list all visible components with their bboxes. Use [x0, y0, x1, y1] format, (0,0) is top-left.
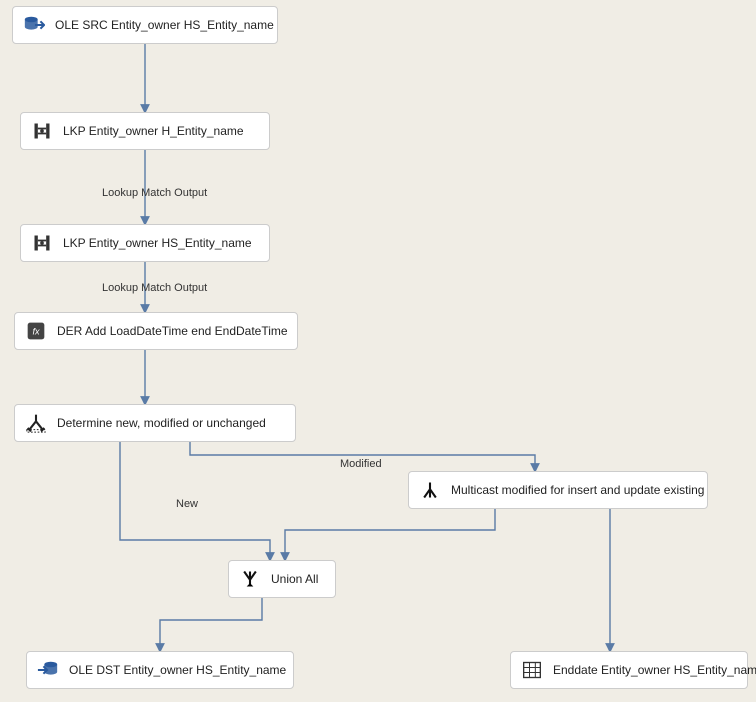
node-label: LKP Entity_owner H_Entity_name — [63, 124, 244, 138]
node-enddate-command[interactable]: Enddate Entity_owner HS_Entity_name — [510, 651, 748, 689]
connectors-layer — [0, 0, 756, 702]
node-ole-dst[interactable]: OLE DST Entity_owner HS_Entity_name — [26, 651, 294, 689]
node-label: Enddate Entity_owner HS_Entity_name — [553, 663, 756, 677]
node-union-all[interactable]: Union All — [228, 560, 336, 598]
node-label: LKP Entity_owner HS_Entity_name — [63, 236, 252, 250]
derived-column-icon: fx — [25, 320, 47, 342]
union-all-icon — [239, 568, 261, 590]
node-lookup-h[interactable]: LKP Entity_owner H_Entity_name — [20, 112, 270, 150]
multicast-icon — [419, 479, 441, 501]
conditional-split-icon — [25, 412, 47, 434]
edge-label-new: New — [176, 498, 198, 510]
node-label: OLE DST Entity_owner HS_Entity_name — [69, 663, 286, 677]
node-label: Multicast modified for insert and update… — [451, 483, 704, 497]
node-label: OLE SRC Entity_owner HS_Entity_name — [55, 18, 274, 32]
svg-text:fx: fx — [32, 326, 40, 336]
node-label: Union All — [271, 572, 318, 586]
db-dest-icon — [37, 659, 59, 681]
db-source-icon — [23, 14, 45, 36]
node-conditional-split[interactable]: Determine new, modified or unchanged — [14, 404, 296, 442]
edge-label-lkp-h-out: Lookup Match Output — [102, 187, 207, 199]
node-lookup-hs[interactable]: LKP Entity_owner HS_Entity_name — [20, 224, 270, 262]
node-ole-src[interactable]: OLE SRC Entity_owner HS_Entity_name — [12, 6, 278, 44]
table-icon — [521, 659, 543, 681]
node-derived-column[interactable]: fx DER Add LoadDateTime end EndDateTime — [14, 312, 298, 350]
node-label: Determine new, modified or unchanged — [57, 416, 266, 430]
edge-label-lkp-hs-out: Lookup Match Output — [102, 282, 207, 294]
lookup-icon — [31, 232, 53, 254]
node-multicast[interactable]: Multicast modified for insert and update… — [408, 471, 708, 509]
lookup-icon — [31, 120, 53, 142]
edge-label-modified: Modified — [340, 458, 382, 470]
node-label: DER Add LoadDateTime end EndDateTime — [57, 324, 288, 338]
